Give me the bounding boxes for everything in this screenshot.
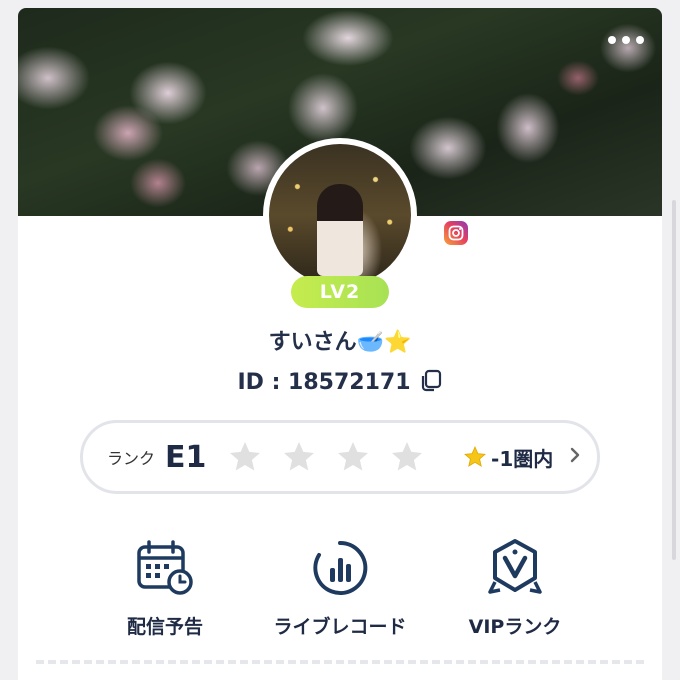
avatar[interactable] xyxy=(263,138,417,292)
star-icon xyxy=(284,442,315,471)
profile-card: LV2 すいさん🥣⭐ ID : 18572171 ランク E1 -1圏内 配信予… xyxy=(18,8,662,680)
vip-rank-label: VIPランク xyxy=(468,616,562,638)
star-icon xyxy=(230,442,261,471)
chevron-right-icon xyxy=(569,447,581,467)
rank-stars xyxy=(227,439,425,475)
user-id: ID : 18572171 xyxy=(237,369,411,395)
vip-badge-icon xyxy=(425,538,605,598)
more-dots-icon[interactable] xyxy=(608,36,644,44)
schedule-button[interactable]: 配信予告 xyxy=(75,538,255,639)
rank-bar[interactable]: ランク E1 -1圏内 xyxy=(80,420,600,494)
live-record-button[interactable]: ライブレコード xyxy=(250,538,430,639)
display-name: すいさん🥣⭐ xyxy=(268,330,412,355)
instagram-icon[interactable] xyxy=(441,218,471,248)
star-icon xyxy=(464,446,486,467)
action-row: 配信予告 ライブレコード VIPランク xyxy=(18,538,662,638)
rank-value: E1 xyxy=(165,439,207,475)
divider xyxy=(36,660,644,664)
rank-label: ランク xyxy=(107,449,156,468)
bar-chart-circle-icon xyxy=(250,538,430,598)
calendar-clock-icon xyxy=(75,538,255,598)
level-badge: LV2 xyxy=(291,276,389,308)
vip-rank-button[interactable]: VIPランク xyxy=(425,538,605,639)
user-id-row: ID : 18572171 xyxy=(18,368,662,396)
scrollbar[interactable] xyxy=(672,200,676,560)
live-record-label: ライブレコード xyxy=(273,616,407,638)
star-icon xyxy=(392,442,423,471)
rank-note-text: -1圏内 xyxy=(491,446,554,471)
star-icon xyxy=(338,442,369,471)
rank-note: -1圏内 xyxy=(463,443,553,472)
schedule-label: 配信予告 xyxy=(126,616,203,638)
copy-icon[interactable] xyxy=(419,368,443,396)
